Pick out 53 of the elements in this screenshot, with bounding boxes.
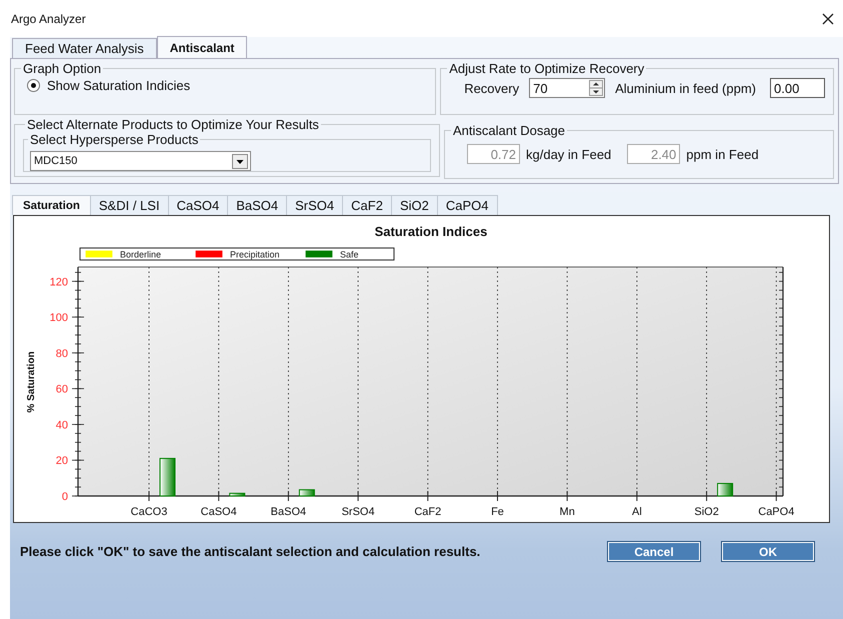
input-field[interactable]: 0.00 xyxy=(770,78,825,98)
field-label: Recovery xyxy=(464,80,520,96)
readonly-field: 2.40 xyxy=(627,144,680,164)
x-tick-label: CaPO4 xyxy=(758,506,794,518)
product-dropdown[interactable]: MDC150 xyxy=(30,151,251,171)
tab[interactable]: SiO2 xyxy=(390,195,438,215)
group-title: Adjust Rate to Optimize Recovery xyxy=(448,61,646,76)
field-label: ppm in Feed xyxy=(686,146,759,162)
legend-label: Borderline xyxy=(120,250,162,260)
y-tick-label: 60 xyxy=(56,384,68,396)
x-tick-label: Mn xyxy=(560,506,575,518)
y-tick-label: 0 xyxy=(62,491,68,503)
group-title: Graph Option xyxy=(22,61,102,76)
x-tick-label: CaSO4 xyxy=(200,506,237,518)
dialog-button[interactable]: Cancel xyxy=(607,541,701,562)
y-axis-title: % Saturation xyxy=(26,351,37,413)
group-title: Antiscalant Dosage xyxy=(452,123,566,138)
window-title: Argo Analyzer xyxy=(11,12,86,26)
spin-arrows-icon[interactable] xyxy=(589,80,604,96)
chart-title: Saturation Indices xyxy=(374,224,488,239)
radio-option[interactable]: Show Saturation Indicies xyxy=(23,78,428,93)
x-tick-label: Fe xyxy=(491,506,504,518)
tab[interactable]: CaSO4 xyxy=(168,195,228,215)
x-tick-label: BaSO4 xyxy=(270,506,306,518)
group-title: Select Alternate Products to Optimize Your Results xyxy=(26,117,320,132)
tab[interactable]: S&DI / LSI xyxy=(90,195,169,215)
tab[interactable]: CaPO4 xyxy=(436,195,498,215)
tab[interactable]: SrSO4 xyxy=(286,195,344,215)
tab[interactable]: CaF2 xyxy=(342,195,392,215)
y-tick-label: 80 xyxy=(56,348,68,360)
field-label: kg/day in Feed xyxy=(526,146,612,162)
y-tick-label: 120 xyxy=(50,276,68,288)
x-tick-label: SrSO4 xyxy=(342,506,375,518)
legend-label: Safe xyxy=(340,250,359,260)
close-icon[interactable] xyxy=(822,12,834,24)
y-tick-label: 40 xyxy=(56,419,68,432)
y-tick-label: 20 xyxy=(56,455,68,468)
field-label: Aluminium in feed (ppm) xyxy=(615,80,756,96)
x-tick-label: CaCO3 xyxy=(130,506,168,518)
tab[interactable]: BaSO4 xyxy=(227,195,288,215)
tab[interactable]: Feed Water Analysis xyxy=(12,38,157,58)
tab[interactable]: Saturation xyxy=(12,195,91,215)
legend-label: Precipitation xyxy=(230,250,280,260)
group-title: Select Hypersperse Products xyxy=(29,132,200,147)
x-tick-label: SiO2 xyxy=(694,506,719,518)
readonly-field: 0.72 xyxy=(467,144,520,164)
spin-field[interactable]: 70 xyxy=(529,78,606,98)
dialog-button[interactable]: OK xyxy=(721,541,815,562)
footer-message: Please click "OK" to save the antiscalant selection and calculation results. xyxy=(20,544,482,559)
y-tick-label: 100 xyxy=(50,312,68,324)
x-tick-label: CaF2 xyxy=(414,506,442,518)
x-tick-label: Al xyxy=(632,506,642,518)
tab[interactable]: Antiscalant xyxy=(156,36,248,58)
